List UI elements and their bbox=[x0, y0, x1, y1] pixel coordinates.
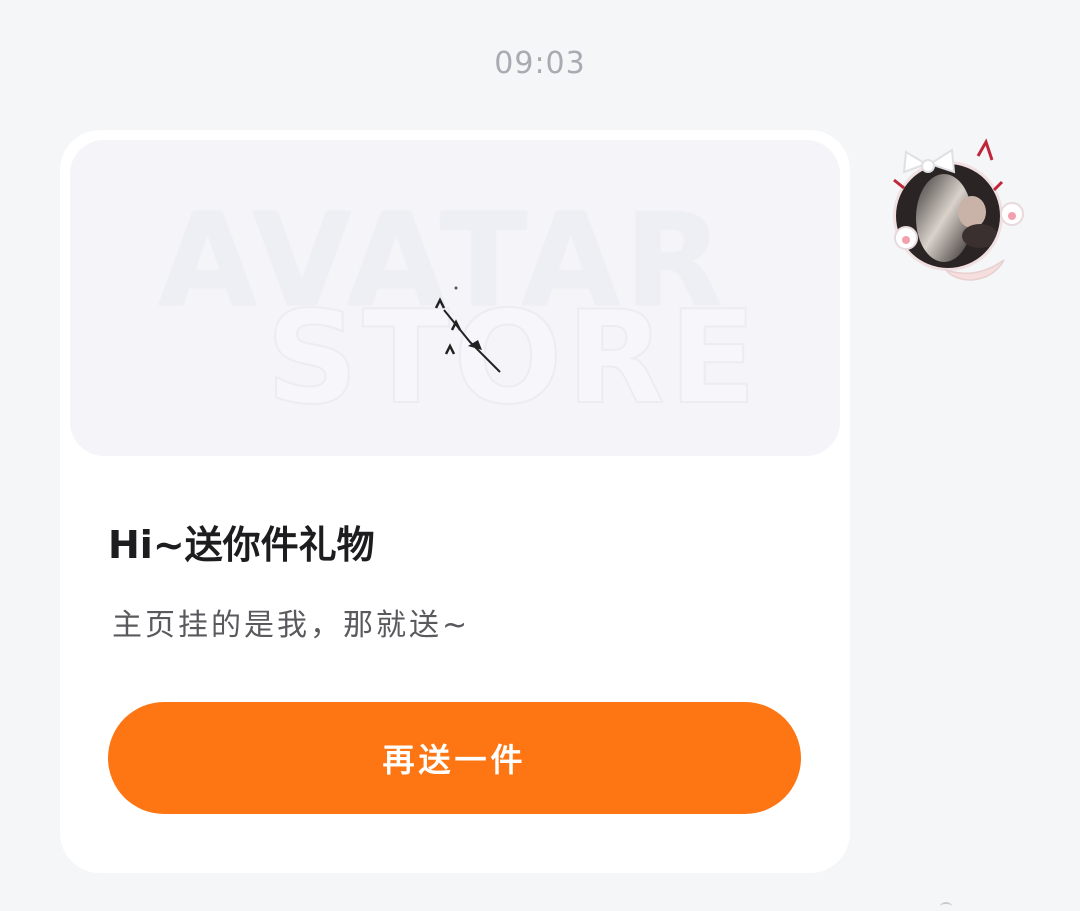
avatar-image-icon bbox=[893, 138, 1024, 281]
gift-banner-image: AVATAR STORE bbox=[70, 140, 840, 456]
message-timestamp: 09:03 bbox=[494, 46, 586, 81]
chat-screen: 09:03 AVATAR STORE Hi~送你件礼物 主页挂的是我，那就送~ … bbox=[0, 0, 1080, 911]
sender-avatar[interactable] bbox=[886, 128, 1036, 283]
gift-message-card[interactable]: AVATAR STORE Hi~送你件礼物 主页挂的是我，那就送~ 再送一件 bbox=[60, 130, 850, 873]
send-another-button[interactable]: 再送一件 bbox=[108, 702, 801, 814]
gift-sketch-icon bbox=[434, 286, 501, 373]
gift-card-title: Hi~送你件礼物 bbox=[108, 523, 375, 567]
gift-card-subtitle: 主页挂的是我，那就送~ bbox=[112, 608, 471, 643]
partial-icon bbox=[940, 902, 952, 911]
